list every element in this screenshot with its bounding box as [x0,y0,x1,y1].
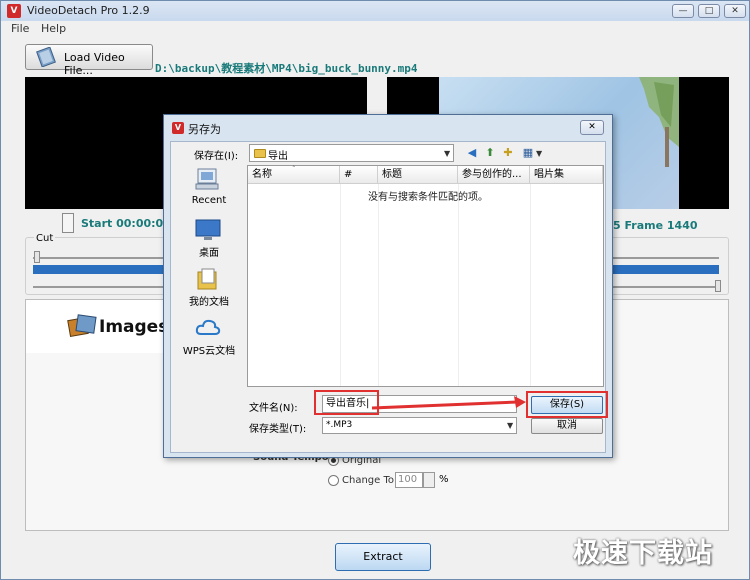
file-list[interactable]: 名称 ˄ # 标题 参与创作的... 唱片集 没有与搜索条件匹配的项。 [247,165,604,387]
percent-label: % [439,474,449,485]
cloud-icon[interactable] [195,317,221,337]
place-recent-label: Recent [191,195,227,206]
place-documents-label: 我的文档 [189,297,229,308]
desktop-icon[interactable] [195,218,221,242]
up-folder-icon[interactable]: ⬆ [482,145,498,161]
app-logo-icon: V [7,4,21,18]
save-in-value: 导出 [268,151,288,162]
column-divider [530,184,531,386]
file-type-chevron-icon[interactable]: ▼ [507,421,513,430]
column-album[interactable]: 唱片集 [530,166,603,184]
end-slider-thumb[interactable] [715,280,721,292]
start-time-label: Start 00:00:00. [81,217,176,230]
dialog-app-icon: V [172,122,184,134]
maximize-button[interactable]: □ [698,4,720,18]
film-file-icon [36,47,56,67]
column-artist[interactable]: 参与创作的... [458,166,530,184]
column-divider [340,184,341,386]
cancel-button[interactable]: 取消 [531,418,603,434]
tempo-spinner[interactable] [423,472,435,488]
recent-icon[interactable] [194,167,222,193]
save-in-label: 保存在(I): [194,151,239,162]
sort-up-icon: ˄ [292,165,296,173]
file-type-label: 保存类型(T): [249,424,307,435]
file-type-select[interactable]: *.MP3 [322,417,517,434]
tempo-input[interactable]: 100 [395,472,423,488]
documents-icon[interactable] [196,267,220,291]
extract-button[interactable]: Extract [335,543,431,571]
close-button[interactable]: ✕ [724,4,746,18]
title-bar: V VideoDetach Pro 1.2.9 — □ ✕ [1,1,749,21]
column-number[interactable]: # [340,166,378,184]
radio-change-to-label: Change To [342,475,394,486]
back-icon[interactable]: ◀ [464,145,480,161]
column-divider [378,184,379,386]
start-slider-thumb[interactable] [34,251,40,263]
menu-bar: File Help [1,21,749,37]
dialog-title: 另存为 [188,123,221,136]
watermark-text: 极速下载站 [573,538,713,569]
chevron-down-icon: ▼ [444,149,451,158]
images-icon [67,314,97,338]
menu-help[interactable]: Help [41,22,66,35]
column-title[interactable]: 标题 [378,166,458,184]
view-chevron-icon[interactable]: ▼ [536,149,542,158]
folder-icon [254,149,266,158]
save-highlight-box [526,391,608,418]
file-path: D:\backup\教程素材\MP4\big_buck_bunny.mp4 [155,62,418,75]
tab-images-label: Images [99,317,169,337]
load-video-button[interactable]: Load Video File... [25,44,153,77]
place-desktop-label: 桌面 [199,248,219,259]
empty-list-message: 没有与搜索条件匹配的项。 [368,192,488,203]
radio-change-to[interactable] [328,475,339,486]
minimize-button[interactable]: — [672,4,694,18]
cut-label: Cut [34,233,56,244]
load-video-label: Load Video File... [64,51,125,77]
file-name-label: 文件名(N): [249,403,298,414]
red-arrow-icon [371,396,526,410]
place-wps-label: WPS云文档 [182,346,236,357]
window-title: VideoDetach Pro 1.2.9 [27,4,150,17]
dialog-close-button[interactable]: ✕ [580,120,604,135]
new-folder-icon[interactable]: ✚ [500,145,516,161]
frame-counter: 5 Frame 1440 [613,219,698,232]
column-divider [458,184,459,386]
menu-file[interactable]: File [11,22,29,35]
start-time-spinner[interactable] [62,213,74,233]
view-menu-icon[interactable]: ▦ [520,145,536,161]
